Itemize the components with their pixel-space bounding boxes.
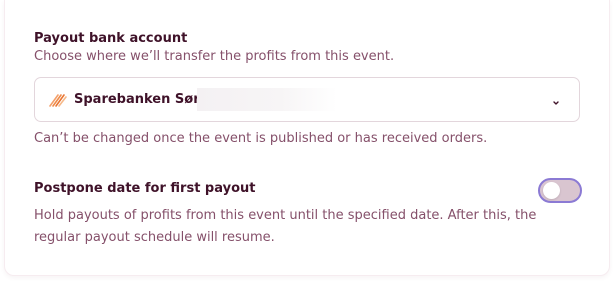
postpone-payout-toggle[interactable] <box>538 178 582 203</box>
postpone-payout-description: Hold payouts of profits from this event … <box>34 208 537 245</box>
toggle-knob <box>543 182 560 199</box>
selected-bank-name: Sparebanken Sør <box>74 92 200 107</box>
payout-bank-account-description: Choose where we’ll transfer the profits … <box>34 49 395 64</box>
bank-account-note: Can’t be changed once the event is publi… <box>34 131 488 146</box>
bank-account-select[interactable]: Sparebanken Sør <box>34 77 580 122</box>
chevron-down-icon <box>550 94 562 106</box>
sparebanken-logo-icon <box>49 92 67 108</box>
postpone-payout-title: Postpone date for first payout <box>34 181 256 196</box>
masked-account-number <box>197 88 337 111</box>
